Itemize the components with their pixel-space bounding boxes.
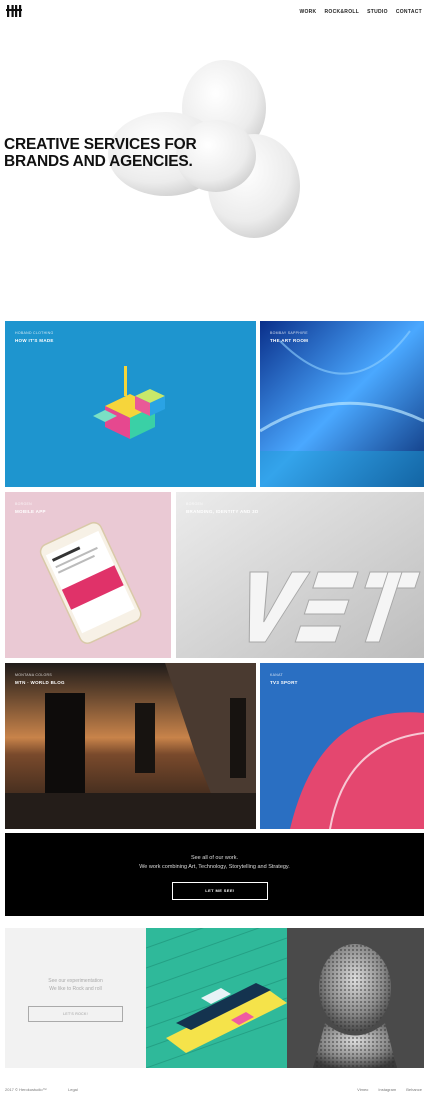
social-link-vimeo[interactable]: Vimeo (357, 1087, 368, 1092)
3d-particle-head-render[interactable] (287, 928, 424, 1068)
tile-title: THE ART ROOM (270, 338, 309, 343)
project-tile-mobile-app[interactable]: BORGEN MOBILE APP (5, 492, 171, 658)
hero-title: CREATIVE SERVICES FOR BRANDS AND AGENCIE… (4, 136, 244, 170)
site-footer: 2017 © Herokustudio™ Legal Vimeo Instagr… (0, 1086, 424, 1098)
tile-meta: HOBAND CLOTHING HOW IT'S MADE (15, 331, 54, 343)
silhouettes-sunset-photo (5, 663, 256, 829)
phone-mockup-illustration (39, 521, 142, 644)
blue-light-abstract (260, 321, 424, 487)
tile-meta: BOMBAY SAPPHIRE THE ART ROOM (270, 331, 308, 343)
let-me-see-button[interactable]: LET ME SEE! (172, 882, 268, 900)
tile-title: HOW IT'S MADE (15, 338, 54, 343)
isometric-building-illustration (93, 366, 165, 439)
hero-title-line2: BRANDS AND AGENCIES. (4, 153, 193, 170)
cta-heading: See all of our work. (190, 855, 239, 861)
3d-letters-illustration (176, 492, 424, 658)
hh-logo-icon[interactable] (6, 4, 22, 18)
social-links: Vimeo Instagram Behance (357, 1087, 422, 1092)
tile-category: BOMBAY SAPPHIRE (270, 331, 308, 335)
tile-meta: KANAT TV3 SPORT (270, 673, 298, 685)
tile-meta: MONTANA COLORS MTN · WORLD BLOG (15, 673, 65, 685)
tile-category: HOBAND CLOTHING (15, 331, 54, 335)
project-tile-mtn-world-blog[interactable]: MONTANA COLORS MTN · WORLD BLOG (5, 663, 256, 829)
main-nav: WORK ROCK&ROLL STUDIO CONTACT (299, 9, 422, 15)
lets-rock-button[interactable]: LET'S ROCK! (28, 1006, 123, 1022)
project-tile-branding-identity-3d[interactable]: BORGEN BRANDING, IDENTITY AND 3D (176, 492, 424, 658)
hero-title-line1: CREATIVE SERVICES FOR (4, 136, 197, 153)
nav-link-rockandroll[interactable]: ROCK&ROLL (324, 9, 359, 15)
tile-meta: BORGEN MOBILE APP (15, 502, 46, 514)
bottom-row: See our experimentation We like to Rock … (5, 928, 424, 1068)
tile-category: KANAT (270, 673, 283, 677)
project-tile-tv3-sport[interactable]: KANAT TV3 SPORT (260, 663, 424, 829)
site-header: WORK ROCK&ROLL STUDIO CONTACT (0, 0, 424, 30)
tile-title: TV3 SPORT (270, 680, 298, 685)
tile-category: BORGEN (15, 502, 32, 506)
project-tile-how-its-made[interactable]: HOBAND CLOTHING HOW IT'S MADE (5, 321, 256, 487)
tile-category: BORGEN (186, 502, 203, 506)
tile-title: MTN · WORLD BLOG (15, 680, 65, 685)
tile-title: MOBILE APP (15, 509, 46, 514)
isometric-train-illustration[interactable] (146, 928, 287, 1068)
hero-section: CREATIVE SERVICES FOR BRANDS AND AGENCIE… (0, 30, 424, 320)
social-link-instagram[interactable]: Instagram (378, 1087, 396, 1092)
experimentation-panel: See our experimentation We like to Rock … (5, 928, 146, 1068)
tile-meta: BORGEN BRANDING, IDENTITY AND 3D (186, 502, 259, 514)
legal-link[interactable]: Legal (68, 1087, 78, 1092)
nav-link-contact[interactable]: CONTACT (396, 9, 422, 15)
pink-glossy-abstract (260, 663, 424, 829)
project-tile-the-art-room[interactable]: BOMBAY SAPPHIRE THE ART ROOM (260, 321, 424, 487)
social-link-behance[interactable]: Behance (406, 1087, 422, 1092)
cta-subtext: We work combining Art, Technology, Story… (139, 864, 290, 870)
experimentation-subtext: We like to Rock and roll (49, 986, 102, 992)
copyright-text: 2017 © Herokustudio™ (5, 1087, 47, 1092)
tile-category: MONTANA COLORS (15, 673, 53, 677)
cta-banner: See all of our work. We work combining A… (5, 833, 424, 916)
nav-link-work[interactable]: WORK (299, 9, 316, 15)
nav-link-studio[interactable]: STUDIO (367, 9, 388, 15)
experimentation-heading: See our experimentation (48, 978, 103, 984)
tile-title: BRANDING, IDENTITY AND 3D (186, 509, 259, 514)
